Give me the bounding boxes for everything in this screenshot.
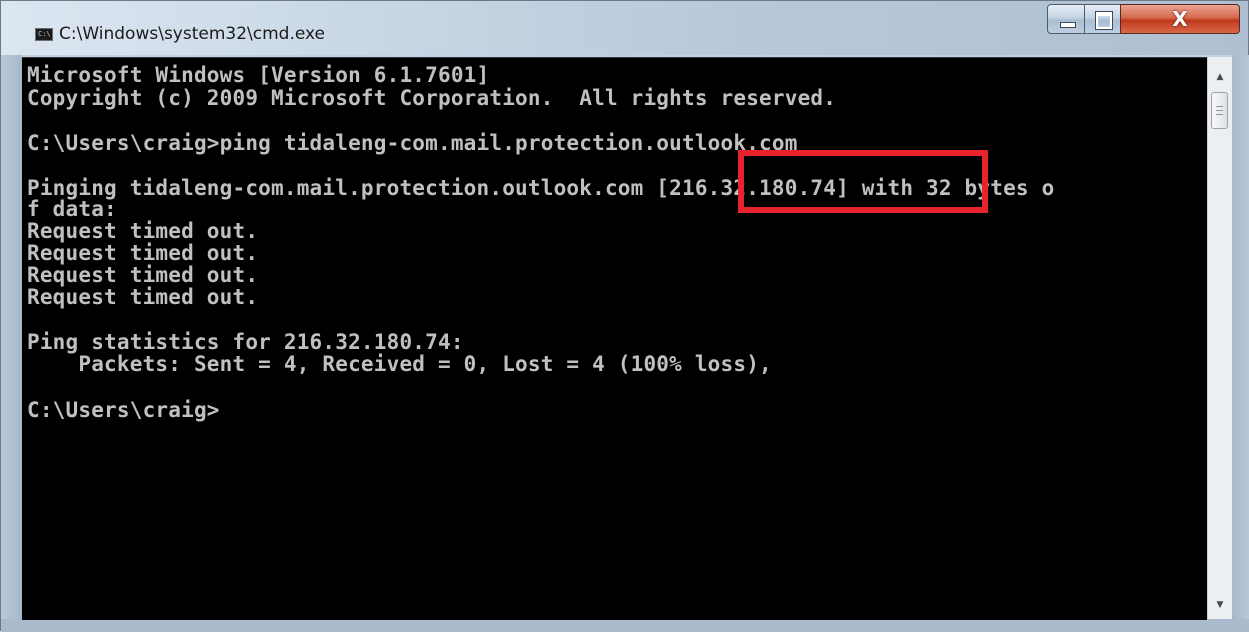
window-frame-right	[1232, 55, 1249, 632]
title-bar[interactable]: C:\ C:\Windows\system32\cmd.exe X	[1, 1, 1248, 55]
console-line: Packets: Sent = 4, Received = 0, Lost = …	[27, 352, 772, 376]
console-line: Request timed out.	[27, 285, 259, 309]
console-output[interactable]: Microsoft Windows [Version 6.1.7601] Cop…	[22, 57, 1207, 620]
cmd-icon-label: C:\	[38, 30, 51, 38]
console-line: C:\Users\craig>	[27, 398, 220, 422]
console-line: Request timed out.	[27, 241, 259, 265]
scroll-down-arrow-icon[interactable]: ▼	[1208, 593, 1232, 617]
scroll-up-arrow-icon[interactable]: ▲	[1208, 65, 1232, 89]
close-button[interactable]: X	[1120, 4, 1240, 34]
console-line: Copyright (c) 2009 Microsoft Corporation…	[27, 86, 837, 110]
console-line: C:\Users\craig>ping tidaleng-com.mail.pr…	[27, 131, 798, 155]
scrollbar-grip	[1216, 106, 1223, 107]
window-frame-left	[1, 55, 22, 632]
cmd-window: C:\ C:\Windows\system32\cmd.exe X Micros…	[0, 0, 1249, 632]
window-frame-bottom	[1, 619, 1249, 632]
console-line: Microsoft Windows [Version 6.1.7601]	[27, 63, 490, 87]
vertical-scrollbar[interactable]: ▲ ▼	[1207, 57, 1232, 619]
console-line: Ping statistics for 216.32.180.74:	[27, 330, 464, 354]
minimize-icon	[1060, 22, 1076, 28]
console-line: f data:	[27, 197, 117, 221]
scrollbar-grip	[1216, 110, 1223, 111]
scrollbar-thumb[interactable]	[1211, 92, 1228, 129]
maximize-icon	[1095, 11, 1113, 30]
window-title: C:\Windows\system32\cmd.exe	[59, 24, 326, 44]
maximize-button[interactable]	[1084, 4, 1121, 34]
minimize-button[interactable]	[1047, 4, 1085, 34]
console-line: Request timed out.	[27, 263, 259, 287]
cmd-icon[interactable]: C:\	[35, 28, 53, 41]
ip-address-highlight-box	[738, 150, 988, 213]
scrollbar-grip	[1216, 114, 1223, 115]
close-icon: X	[1172, 7, 1188, 31]
console-line: Request timed out.	[27, 219, 259, 243]
